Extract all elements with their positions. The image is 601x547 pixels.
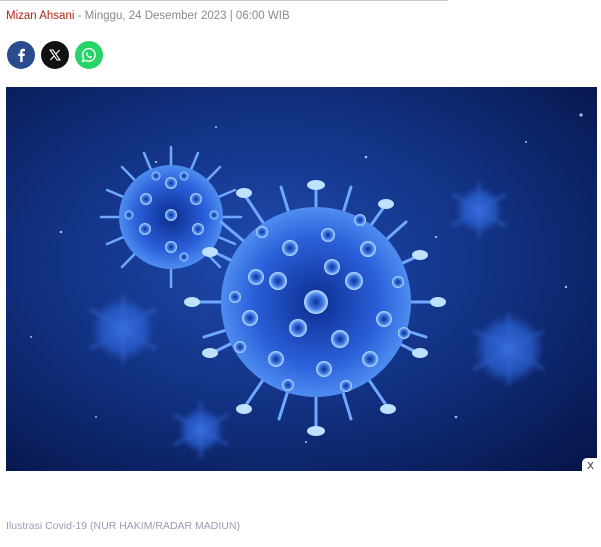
x-twitter-icon xyxy=(49,49,61,61)
whatsapp-icon xyxy=(81,47,96,63)
article-byline: Mizan Ahsani - Minggu, 24 Desember 2023 … xyxy=(6,10,290,22)
virus-illustration xyxy=(6,87,597,471)
share-buttons xyxy=(7,41,103,69)
publish-date: - Minggu, 24 Desember 2023 | 06:00 WIB xyxy=(74,10,290,22)
close-ad-button[interactable]: X xyxy=(582,458,599,474)
top-divider xyxy=(0,0,448,1)
author-link[interactable]: Mizan Ahsani xyxy=(6,10,74,22)
hero-image xyxy=(6,87,597,471)
share-facebook-button[interactable] xyxy=(7,41,35,69)
image-caption: Ilustrasi Covid-19 (NUR HAKIM/RADAR MADI… xyxy=(6,520,240,532)
facebook-icon xyxy=(18,48,25,62)
share-whatsapp-button[interactable] xyxy=(75,41,103,69)
share-x-button[interactable] xyxy=(41,41,69,69)
